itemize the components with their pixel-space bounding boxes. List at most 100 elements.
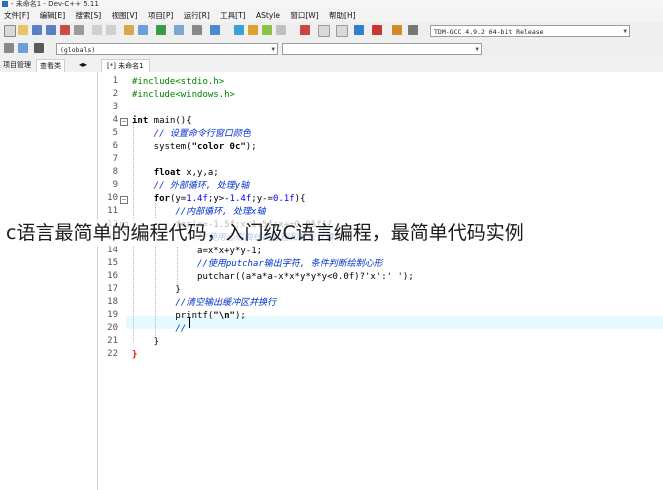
code-token: ;y>- <box>207 194 230 204</box>
code-line: putchar((a*a*a-x*x*y*y*y<0.0f)?'x':' '); <box>132 271 414 284</box>
print-icon[interactable] <box>74 25 84 35</box>
code-token: 0.1f <box>272 194 295 204</box>
close-file-icon[interactable] <box>60 25 70 35</box>
undo-icon[interactable] <box>92 25 102 35</box>
delete-icon[interactable] <box>372 25 382 35</box>
code-token: } <box>132 337 160 347</box>
code-line: for(y=1.4f;y>-1.4f;y-=0.1f){ <box>132 193 306 206</box>
code-token: ){ <box>294 194 306 204</box>
new-file-icon[interactable] <box>4 25 16 37</box>
line-number: 10 <box>107 193 118 203</box>
code-token: ); <box>234 311 246 321</box>
redo-icon[interactable] <box>106 25 116 35</box>
code-line: #include<windows.h> <box>132 89 235 102</box>
code-line: } <box>132 336 159 349</box>
tab-project-manager[interactable]: 项目管理 <box>0 59 34 71</box>
compile-icon[interactable] <box>210 25 220 35</box>
menu-project[interactable]: 项目[P] <box>144 9 177 22</box>
code-line: // 外部循环, 处理y轴 <box>132 180 250 193</box>
code-token: a=x*x+y*y-1; <box>132 246 263 256</box>
goto-line-icon[interactable] <box>156 25 166 35</box>
code-line: //内部循环, 处理x轴 <box>132 206 265 219</box>
class-toolbar: (globals) ▼ ▼ <box>0 40 663 59</box>
replace-icon[interactable] <box>138 25 148 35</box>
toggle-bookmark-icon[interactable] <box>192 25 202 35</box>
code-token: x,y,a; <box>180 168 219 178</box>
chevron-down-icon: ▼ <box>271 46 275 53</box>
chart-icon[interactable] <box>392 25 402 35</box>
line-number: 2 <box>112 89 118 99</box>
panel-arrows-icon[interactable]: ◂▸ <box>76 59 90 71</box>
code-token: ); <box>245 142 257 152</box>
find-icon[interactable] <box>124 25 134 35</box>
main-toolbar: TDM-GCC 4.9.2 64-bit Release ▼ <box>0 22 663 41</box>
rebuild-icon[interactable] <box>262 25 272 35</box>
menu-window[interactable]: 窗口[W] <box>286 9 322 22</box>
indent-icon[interactable] <box>318 25 330 37</box>
editor-tab[interactable]: [*] 未命名1 <box>101 59 150 73</box>
compiler-select-value: TDM-GCC 4.9.2 64-bit Release <box>434 28 544 36</box>
save-all-icon[interactable] <box>46 25 56 35</box>
stop-icon[interactable] <box>300 25 310 35</box>
function-select[interactable]: ▼ <box>282 43 482 55</box>
goto-icon[interactable] <box>34 43 44 53</box>
text-cursor <box>189 317 190 328</box>
code-token: #include<windows.h> <box>132 90 235 100</box>
code-token: //内部循环, 处理x轴 <box>132 207 266 217</box>
toggle-icon[interactable] <box>18 43 28 53</box>
open-folder-icon[interactable] <box>18 25 28 35</box>
line-number: 1 <box>112 76 118 86</box>
tabs-row: 项目管理 查看类 ◂▸ [*] 未命名1 <box>0 58 663 73</box>
unindent-icon[interactable] <box>336 25 348 37</box>
menu-bar: 文件[F] 编辑[E] 搜索[S] 视图[V] 项目[P] 运行[R] 工具[T… <box>0 9 663 23</box>
line-number: 8 <box>112 167 118 177</box>
fold-toggle-icon[interactable]: − <box>120 118 128 126</box>
compiler-select[interactable]: TDM-GCC 4.9.2 64-bit Release ▼ <box>430 25 630 37</box>
fold-toggle-icon[interactable]: − <box>120 196 128 204</box>
code-line: // 设置命令行窗口颜色 <box>132 128 251 141</box>
code-token: system( <box>132 142 192 152</box>
check-syntax-icon[interactable] <box>354 25 364 35</box>
tab-class-view[interactable]: 查看类 <box>36 59 65 72</box>
new-project-icon[interactable] <box>174 25 184 35</box>
line-number: 5 <box>112 128 118 138</box>
debug-icon[interactable] <box>276 25 286 35</box>
menu-view[interactable]: 视图[V] <box>108 9 142 22</box>
code-token: //使用putchar输出字符, 条件判断绘制心形 <box>132 259 383 269</box>
menu-help[interactable]: 帮助[H] <box>325 9 360 22</box>
insert-icon[interactable] <box>4 43 14 53</box>
overlay-caption: c语言最简单的编程代码，入门级C语言编程，最简单代码实例 <box>6 219 661 247</box>
menu-edit[interactable]: 编辑[E] <box>36 9 70 22</box>
code-token: float <box>153 168 181 178</box>
code-line: //清空输出缓冲区并换行 <box>132 297 276 310</box>
title-bar: - 未命名1 - Dev-C++ 5.11 <box>0 0 663 9</box>
line-number: 18 <box>107 297 118 307</box>
menu-run[interactable]: 运行[R] <box>180 9 214 22</box>
window-title: - 未命名1 - Dev-C++ 5.11 <box>11 0 99 8</box>
code-line: // <box>132 323 186 336</box>
save-icon[interactable] <box>32 25 42 35</box>
line-number: 6 <box>112 141 118 151</box>
project-panel[interactable] <box>0 72 98 490</box>
code-token: } <box>132 285 181 295</box>
code-token: (y= <box>169 194 187 204</box>
profile-icon[interactable] <box>408 25 418 35</box>
code-line: //使用putchar输出字符, 条件判断绘制心形 <box>132 258 383 271</box>
code-line: } <box>132 349 137 362</box>
code-line: float x,y,a; <box>132 167 219 180</box>
code-token: ;y-= <box>251 194 273 204</box>
compile-run-icon[interactable] <box>248 25 258 35</box>
scope-select-value: (globals) <box>60 46 96 54</box>
menu-astyle[interactable]: AStyle <box>252 9 284 22</box>
code-token: } <box>132 350 138 360</box>
menu-search[interactable]: 搜索[S] <box>72 9 106 22</box>
menu-tools[interactable]: 工具[T] <box>216 9 249 22</box>
line-number: 15 <box>107 258 118 268</box>
line-number: 16 <box>107 271 118 281</box>
scope-select[interactable]: (globals) ▼ <box>56 43 278 55</box>
run-icon[interactable] <box>234 25 244 35</box>
code-token: 1.4f <box>229 194 252 204</box>
line-number: 9 <box>112 180 118 190</box>
menu-file[interactable]: 文件[F] <box>0 9 33 22</box>
line-number: 22 <box>107 349 118 359</box>
